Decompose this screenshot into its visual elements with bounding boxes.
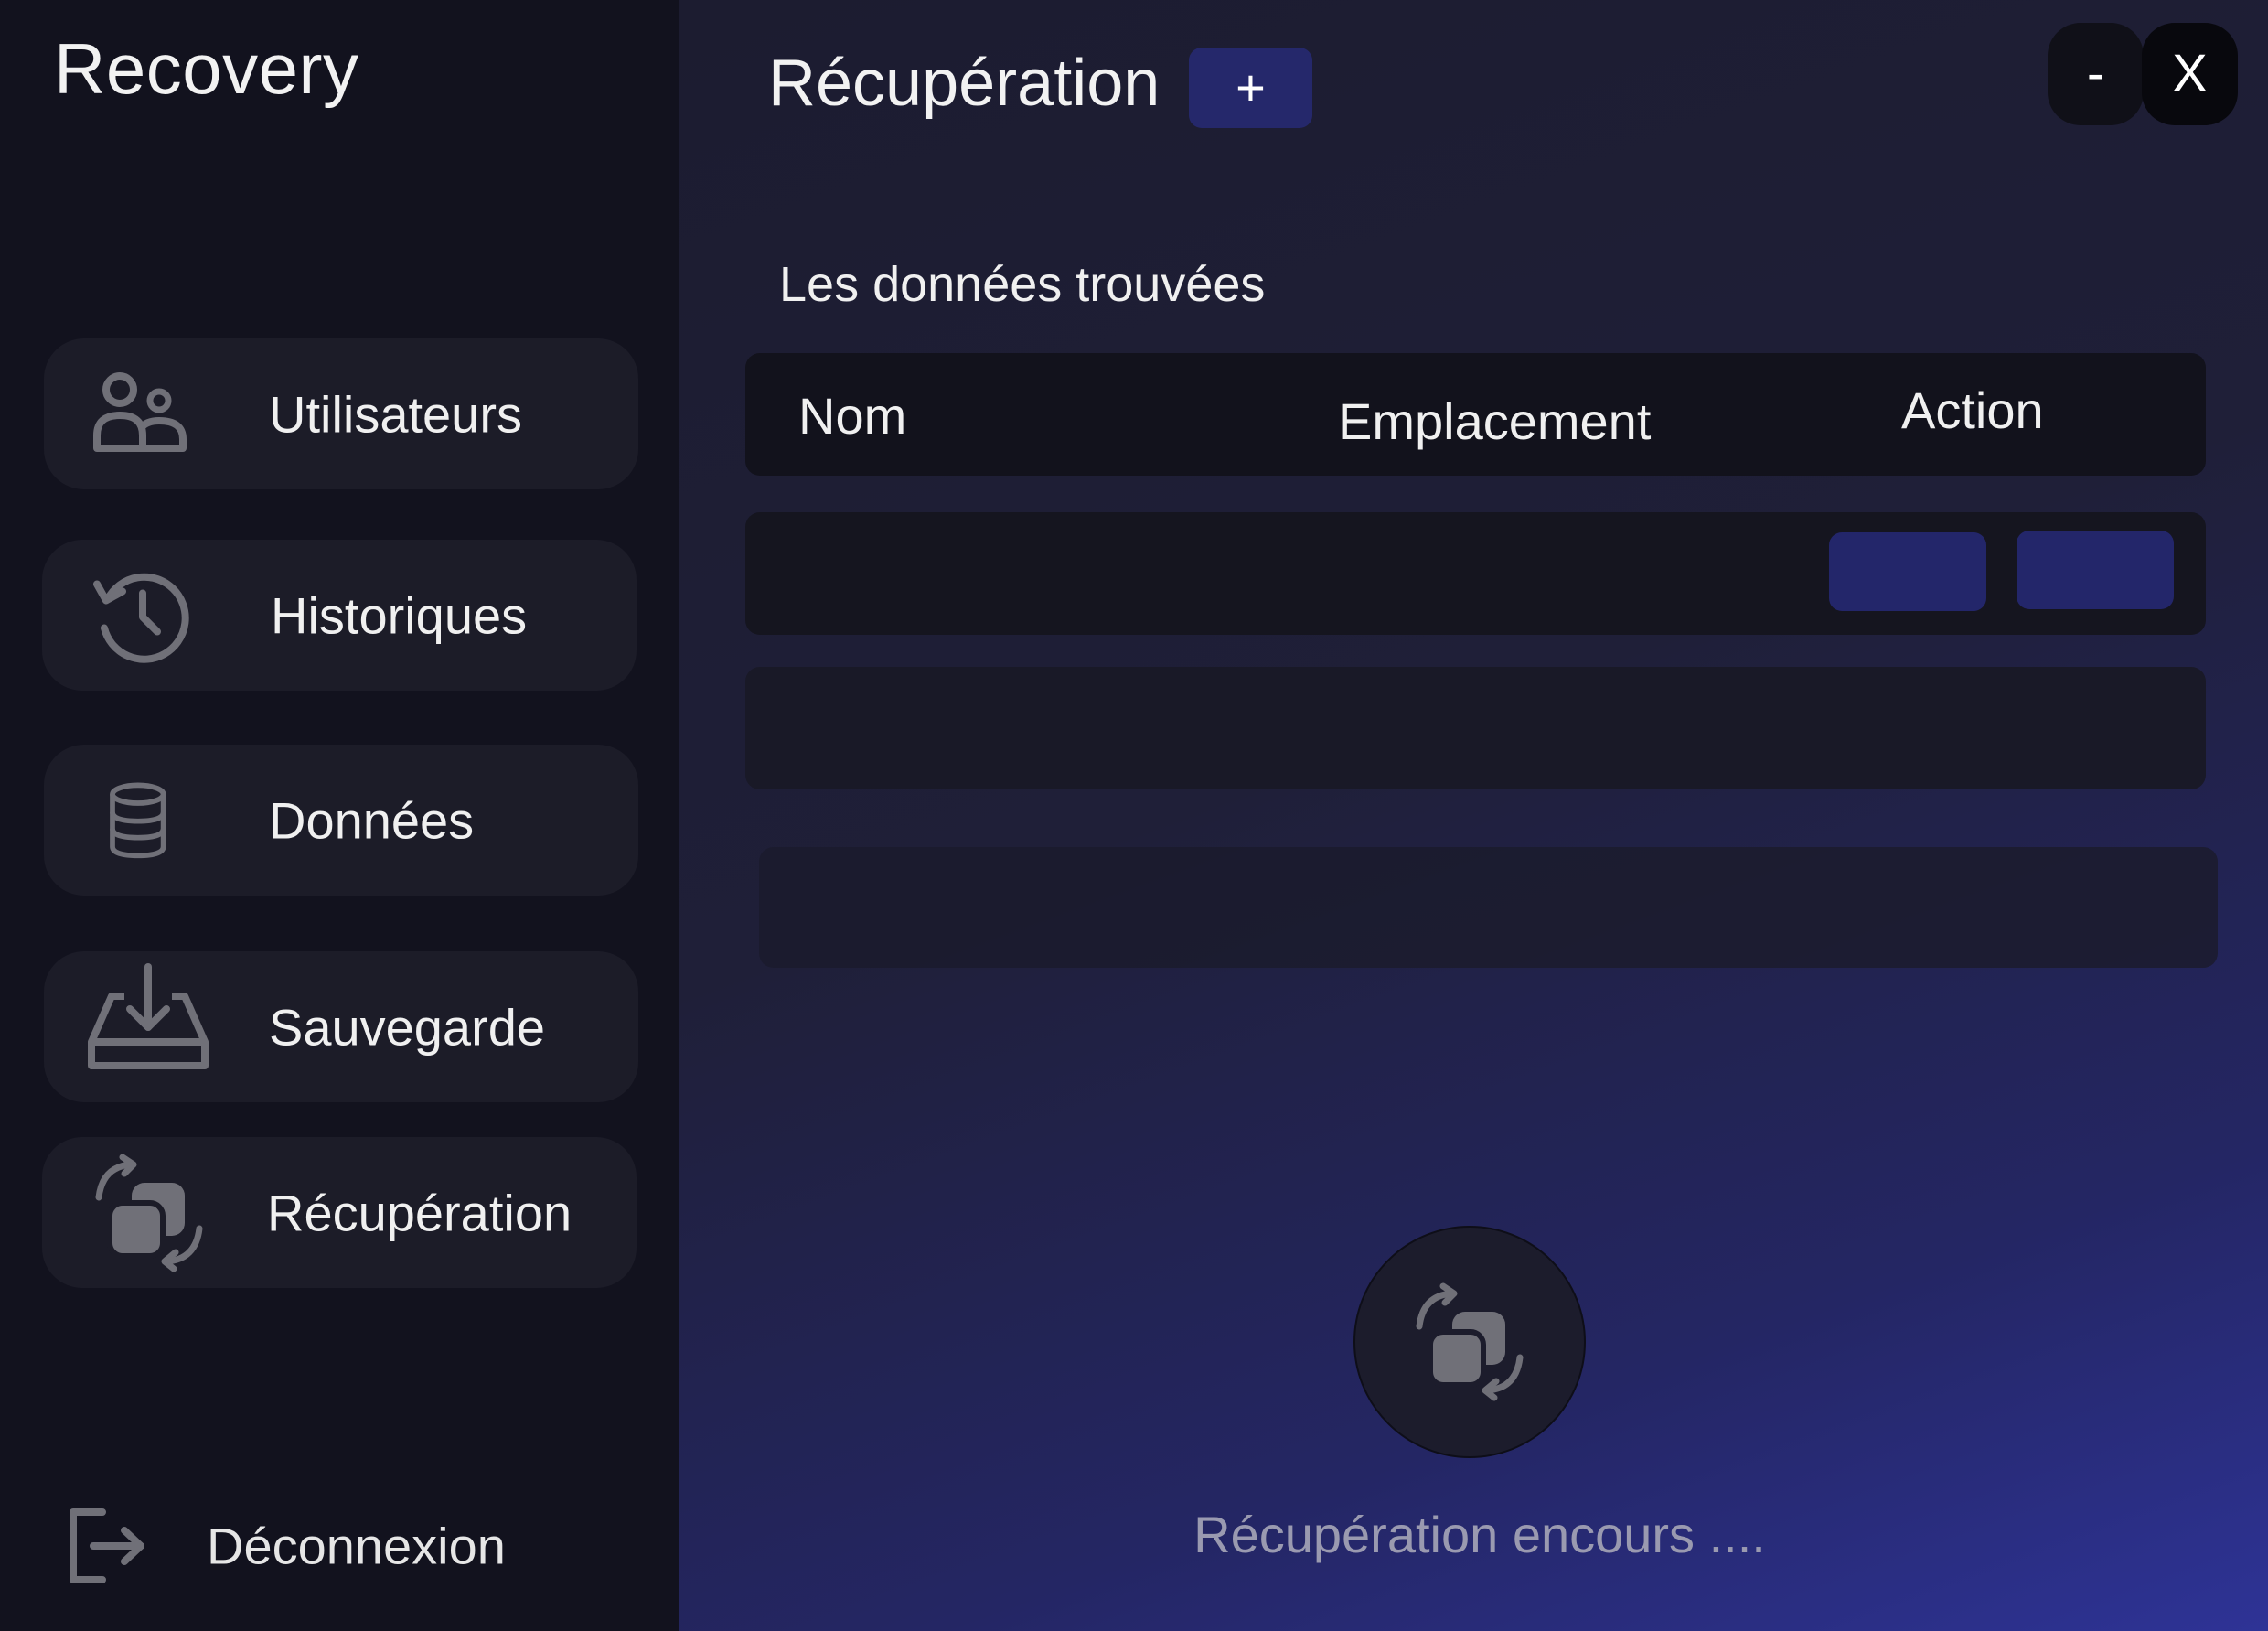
sidebar-item-users[interactable]: Utilisateurs (44, 338, 638, 489)
row-action-button[interactable] (2017, 531, 2174, 609)
history-icon (93, 573, 189, 663)
column-header-location: Emplacement (1338, 392, 1652, 450)
close-button[interactable]: X (2142, 23, 2238, 125)
users-icon (93, 372, 187, 452)
status-text: Récupération encours .... (1193, 1506, 1766, 1563)
column-header-action: Action (1901, 381, 2044, 439)
sidebar-item-label: Utilisateurs (269, 385, 522, 443)
column-header-name: Nom (798, 387, 907, 445)
sidebar-item-data[interactable]: Données (44, 745, 638, 896)
minimize-button[interactable]: - (2048, 23, 2144, 125)
sidebar: Recovery Utilisateurs Historiques Donnée… (0, 0, 679, 1631)
download-tray-icon (88, 963, 209, 1069)
sidebar-item-label: Données (269, 791, 475, 849)
app-title: Recovery (54, 28, 359, 109)
sidebar-item-backup[interactable]: Sauvegarde (44, 951, 638, 1102)
add-button[interactable]: + (1189, 48, 1312, 128)
recovery-icon (95, 1154, 203, 1272)
logout-icon (70, 1508, 144, 1583)
table-row (759, 847, 2218, 968)
sidebar-item-history[interactable]: Historiques (42, 540, 637, 691)
recovery-progress-indicator (1353, 1226, 1586, 1458)
page-title: Récupération (768, 47, 1161, 120)
recovery-icon (1416, 1282, 1524, 1401)
table-row (745, 667, 2206, 789)
row-action-button[interactable] (1829, 532, 1986, 611)
logout-button[interactable]: Déconnexion (64, 1500, 540, 1592)
status-message: Récupération encours .... (679, 1505, 2268, 1564)
database-icon (110, 782, 166, 859)
logout-label: Déconnexion (207, 1517, 506, 1575)
section-title: Les données trouvées (779, 257, 1266, 312)
sidebar-item-recovery[interactable]: Récupération (42, 1137, 637, 1288)
table-row (745, 512, 2206, 635)
sidebar-item-label: Historiques (271, 586, 528, 644)
sidebar-item-label: Récupération (267, 1184, 572, 1241)
table-header: Nom Emplacement Action (745, 353, 2206, 476)
sidebar-item-label: Sauvegarde (269, 998, 546, 1056)
main-panel: Récupération + - X Les données trouvées … (679, 0, 2268, 1631)
